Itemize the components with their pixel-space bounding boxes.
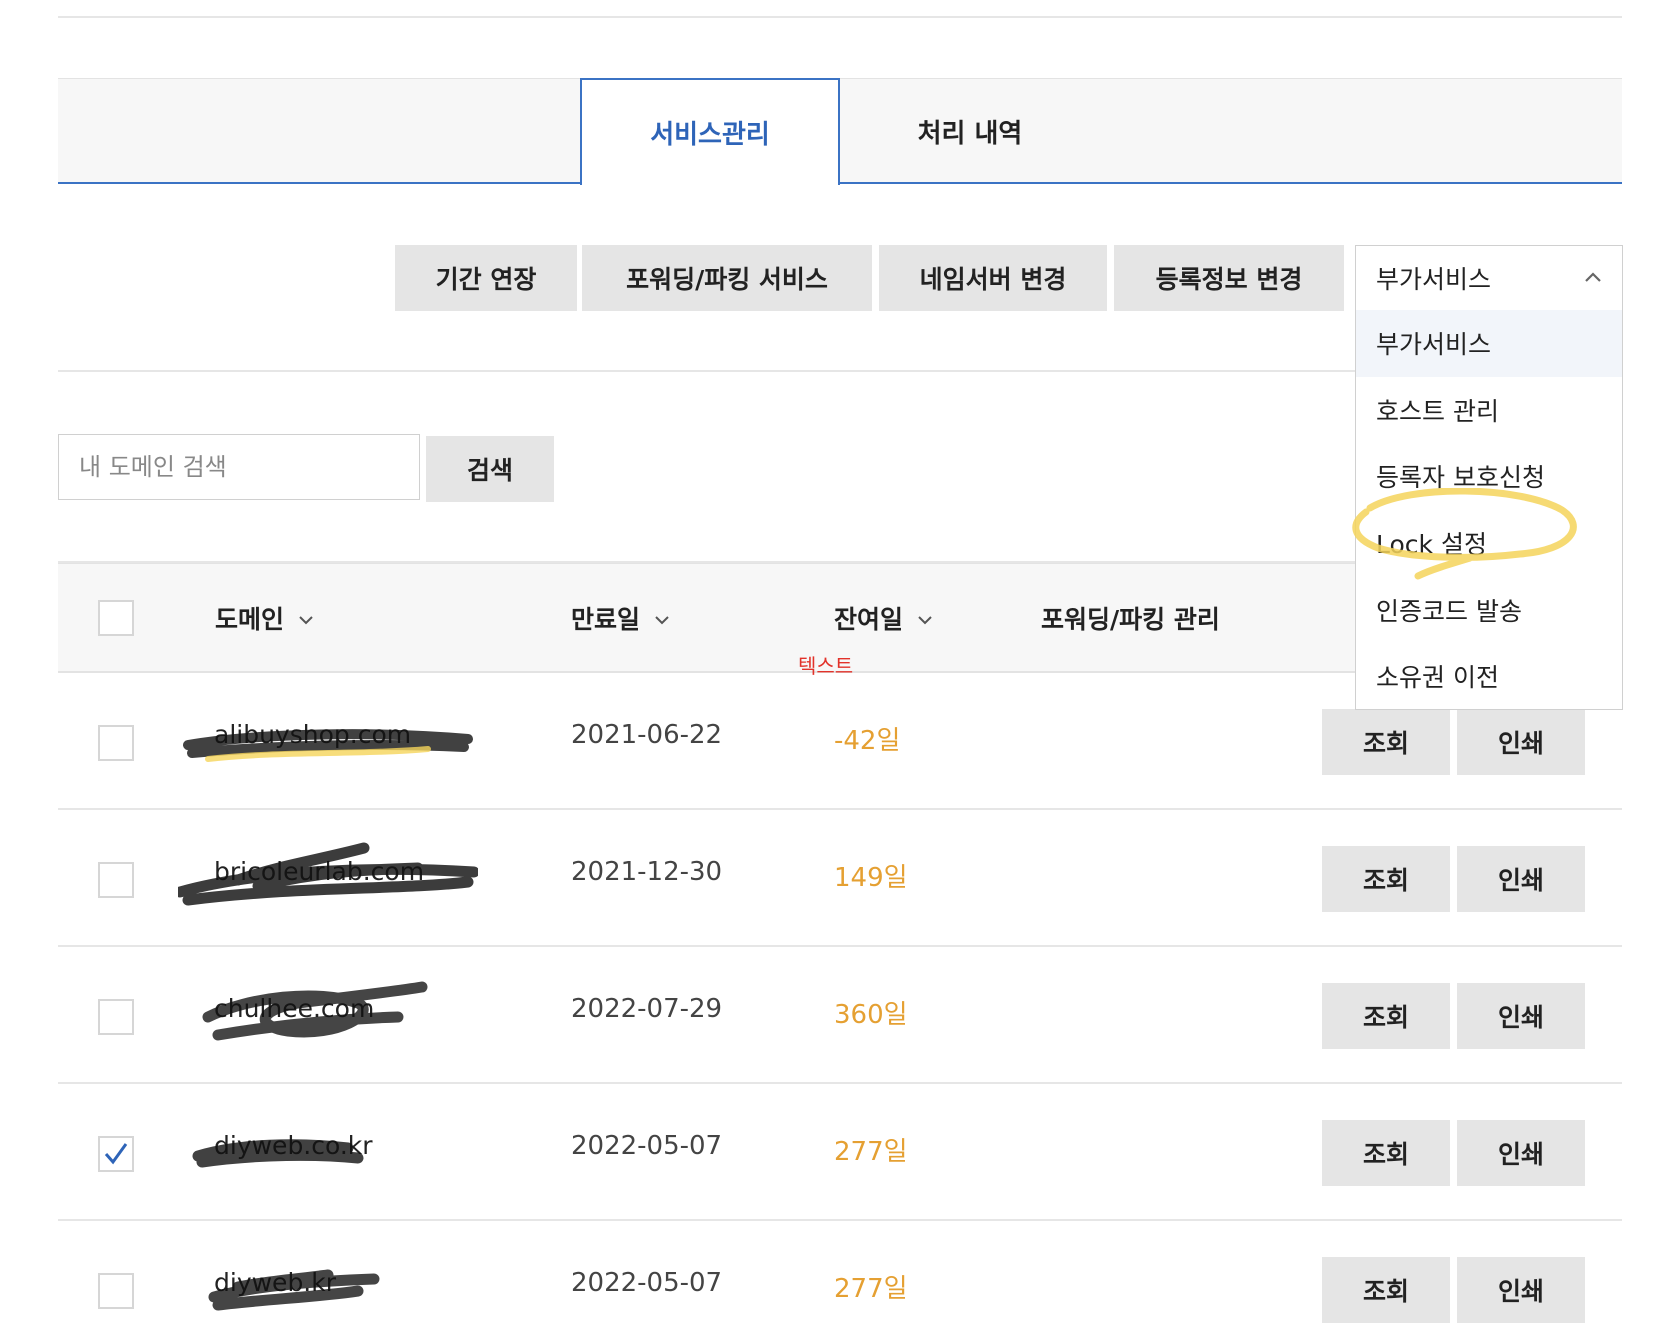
remaining-header-label: 잔여일 bbox=[834, 605, 904, 634]
row-checkbox[interactable] bbox=[98, 999, 134, 1035]
domain-header-label: 도메인 bbox=[215, 605, 285, 634]
nameserver-change-button[interactable]: 네임서버 변경 bbox=[879, 245, 1107, 311]
sort-domain-header[interactable]: 도메인 bbox=[215, 564, 314, 672]
print-button[interactable]: 인쇄 bbox=[1457, 1120, 1585, 1186]
expiry-date: 2021-12-30 bbox=[571, 857, 723, 887]
remaining-days: 277일 bbox=[834, 1274, 908, 1304]
row-checkbox[interactable] bbox=[98, 1273, 134, 1309]
expiry-date: 2022-05-07 bbox=[571, 1131, 723, 1161]
view-button[interactable]: 조회 bbox=[1322, 1120, 1450, 1186]
row-checkbox-checked[interactable] bbox=[98, 1136, 134, 1172]
search-button[interactable]: 검색 bbox=[426, 436, 554, 502]
menu-item-ownership-transfer[interactable]: 소유권 이전 bbox=[1356, 643, 1622, 710]
expiry-header-label: 만료일 bbox=[571, 605, 641, 634]
table-row: chulhee.com 2022-07-29 360일 조회 인쇄 bbox=[58, 947, 1622, 1084]
table-row: bricoleurlab.com 2021-12-30 149일 조회 인쇄 bbox=[58, 810, 1622, 947]
tab-service-management[interactable]: 서비스관리 bbox=[580, 78, 840, 185]
addon-service-select[interactable]: 부가서비스 bbox=[1355, 245, 1623, 311]
print-button[interactable]: 인쇄 bbox=[1457, 709, 1585, 775]
print-button[interactable]: 인쇄 bbox=[1457, 846, 1585, 912]
domain-search-input[interactable] bbox=[58, 434, 420, 500]
addon-selected-label: 부가서비스 bbox=[1376, 265, 1492, 294]
chevron-up-icon bbox=[1585, 272, 1601, 282]
print-button[interactable]: 인쇄 bbox=[1457, 1257, 1585, 1323]
expiry-date: 2022-05-07 bbox=[571, 1268, 723, 1298]
chevron-down-icon bbox=[299, 616, 313, 625]
domain-name[interactable]: bricoleurlab.com bbox=[214, 857, 424, 886]
sort-expiry-header[interactable]: 만료일 bbox=[571, 564, 670, 672]
expiry-date: 2021-06-22 bbox=[571, 720, 723, 750]
forwarding-header: 포워딩/파킹 관리 bbox=[1041, 605, 1220, 634]
remaining-days: 360일 bbox=[834, 1000, 908, 1030]
view-button[interactable]: 조회 bbox=[1322, 846, 1450, 912]
select-all-checkbox[interactable] bbox=[98, 600, 134, 636]
domain-name[interactable]: diyweb.co.kr bbox=[214, 1131, 373, 1160]
view-button[interactable]: 조회 bbox=[1322, 1257, 1450, 1323]
top-divider bbox=[58, 16, 1622, 18]
table-row: diyweb.kr 2022-05-07 277일 조회 인쇄 bbox=[58, 1221, 1622, 1330]
menu-item-lock-settings[interactable]: Lock 설정 bbox=[1356, 510, 1622, 577]
chevron-down-icon bbox=[918, 616, 932, 625]
view-button[interactable]: 조회 bbox=[1322, 983, 1450, 1049]
extend-period-button[interactable]: 기간 연장 bbox=[395, 245, 577, 311]
menu-item-host-management[interactable]: 호스트 관리 bbox=[1356, 377, 1622, 444]
addon-service-menu: 부가서비스 호스트 관리 등록자 보호신청 Lock 설정 인증코드 발송 소유… bbox=[1355, 310, 1623, 710]
menu-item-auth-code[interactable]: 인증코드 발송 bbox=[1356, 576, 1622, 643]
registration-change-button[interactable]: 등록정보 변경 bbox=[1114, 245, 1344, 311]
chevron-down-icon bbox=[655, 616, 669, 625]
print-button[interactable]: 인쇄 bbox=[1457, 983, 1585, 1049]
checkmark-icon bbox=[104, 1143, 128, 1165]
tab-history[interactable]: 처리 내역 bbox=[840, 79, 1100, 183]
row-checkbox[interactable] bbox=[98, 862, 134, 898]
tab-bar: 서비스관리 처리 내역 bbox=[58, 78, 1622, 185]
domain-name[interactable]: alibuyshop.com bbox=[214, 720, 411, 749]
table-row: diyweb.co.kr 2022-05-07 277일 조회 인쇄 bbox=[58, 1084, 1622, 1221]
remaining-days: -42일 bbox=[834, 726, 901, 756]
remaining-days: 277일 bbox=[834, 1137, 908, 1167]
menu-item-registrant-protection[interactable]: 등록자 보호신청 bbox=[1356, 443, 1622, 510]
row-checkbox[interactable] bbox=[98, 725, 134, 761]
menu-item-addon[interactable]: 부가서비스 bbox=[1356, 310, 1622, 377]
remaining-days: 149일 bbox=[834, 863, 908, 893]
domain-name[interactable]: chulhee.com bbox=[214, 994, 374, 1023]
view-button[interactable]: 조회 bbox=[1322, 709, 1450, 775]
forwarding-parking-button[interactable]: 포워딩/파킹 서비스 bbox=[582, 245, 872, 311]
domain-name[interactable]: diyweb.kr bbox=[214, 1268, 336, 1297]
expiry-date: 2022-07-29 bbox=[571, 994, 723, 1024]
